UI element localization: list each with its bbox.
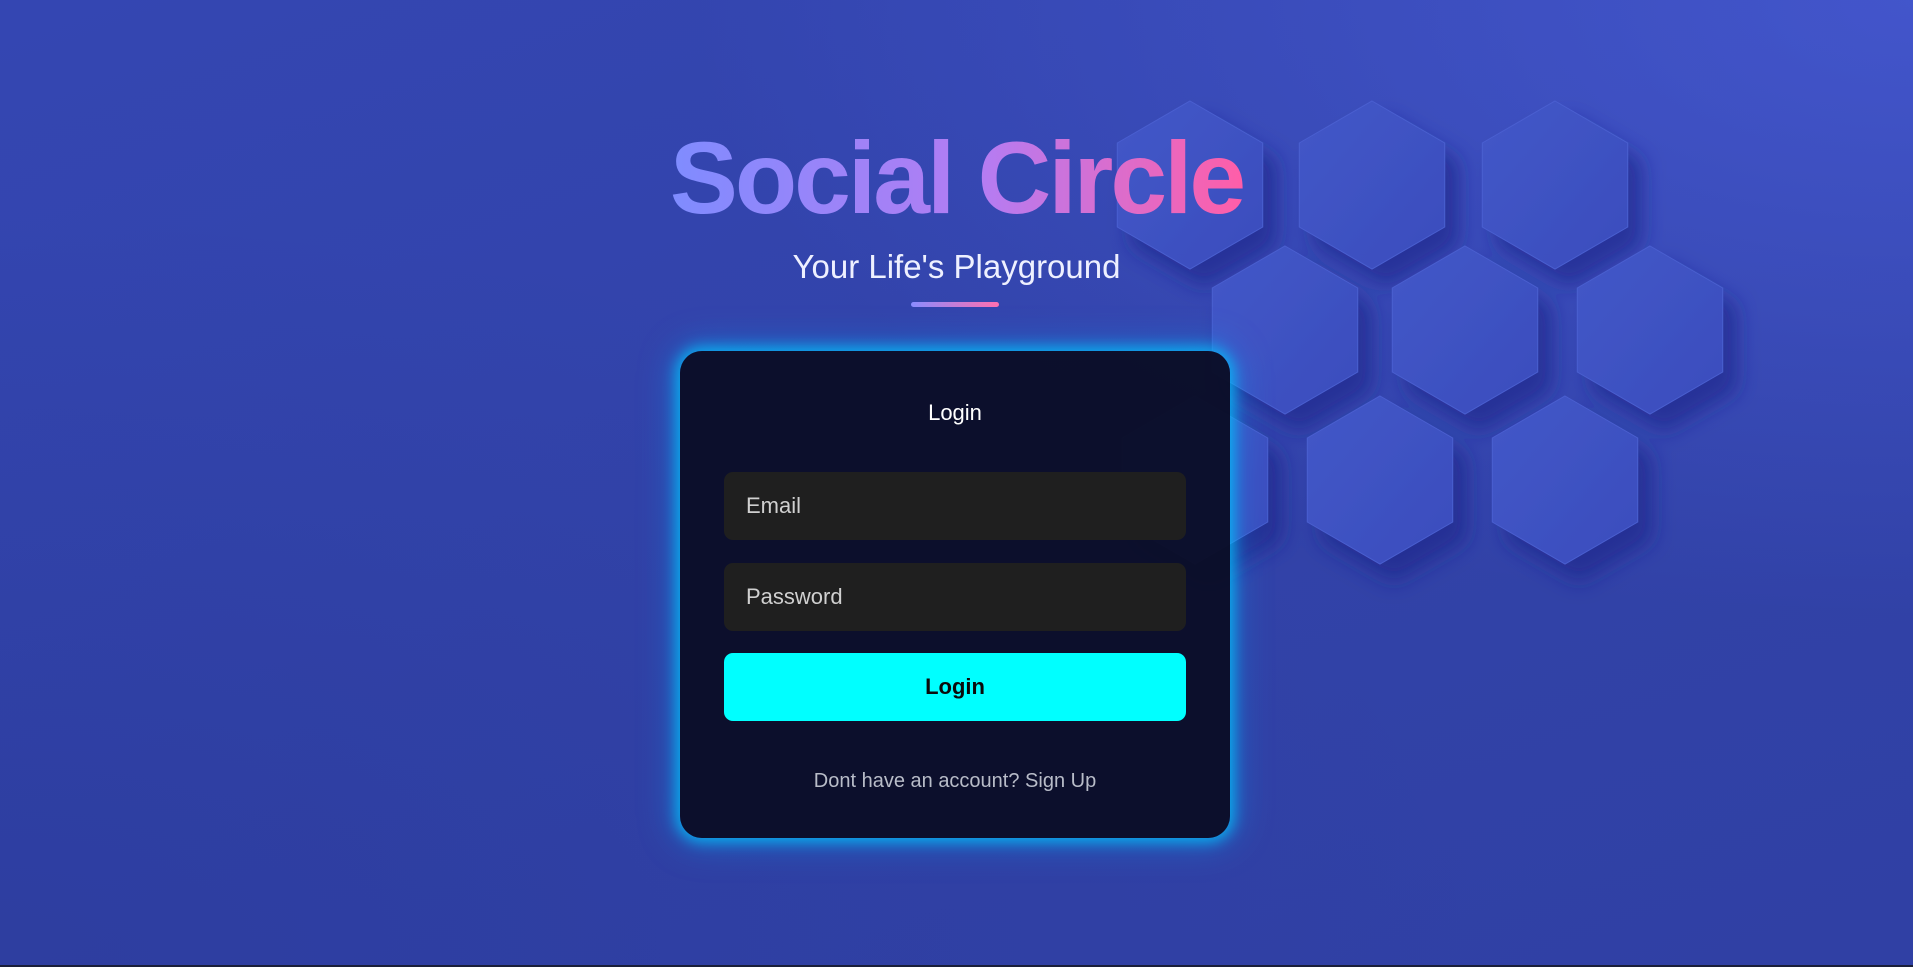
app-subtitle: Your Life's Playground — [792, 248, 1121, 285]
hexagon-shape — [1491, 395, 1639, 565]
signup-prompt-row: Dont have an account? Sign Up — [680, 768, 1230, 794]
app-title: Social Circle — [669, 121, 1246, 235]
login-card: Login Login Dont have an account? Sign U… — [680, 351, 1230, 838]
signup-prompt-text: Dont have an account? — [813, 770, 1020, 792]
title-underline — [911, 302, 999, 307]
signup-link[interactable]: Sign Up — [1025, 770, 1096, 792]
login-button[interactable]: Login — [724, 653, 1186, 721]
hexagon-shape — [1306, 395, 1454, 565]
login-title: Login — [928, 400, 982, 425]
email-input[interactable] — [724, 472, 1186, 540]
password-input[interactable] — [724, 563, 1186, 631]
